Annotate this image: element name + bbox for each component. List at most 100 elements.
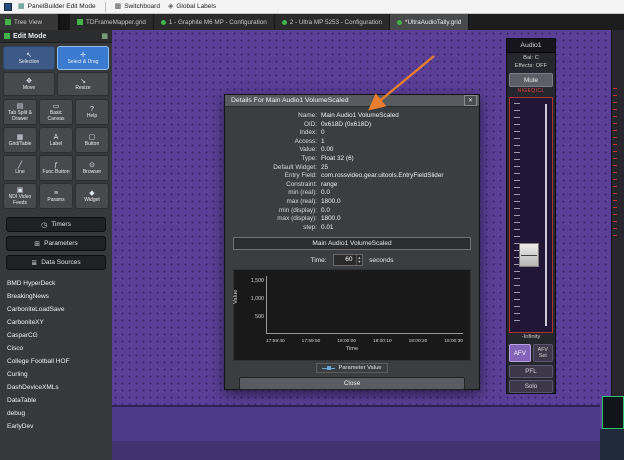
field-label: Entry Field: bbox=[284, 172, 317, 180]
tool-label: NDI Video Feeds bbox=[8, 193, 32, 206]
field-label: OID: bbox=[303, 120, 317, 128]
dialog-title-bar[interactable]: Details For Main Audio1 VolumeScaled ✕ bbox=[225, 95, 479, 107]
tool-button[interactable]: ≡ Params bbox=[39, 183, 73, 209]
field-row: Default Widget: 25 bbox=[233, 164, 471, 173]
tool-button[interactable]: ✛ Select & Drag bbox=[57, 46, 109, 70]
afv-row: AFV AFV Set bbox=[509, 344, 553, 362]
tool-button[interactable]: ▢ Button bbox=[75, 127, 109, 153]
time-value[interactable]: 60 bbox=[334, 255, 356, 265]
tree-item[interactable]: College Football HOF bbox=[7, 355, 112, 368]
tool-button[interactable]: ▣ NDI Video Feeds bbox=[3, 183, 37, 209]
field-row: max (display): 1800.0 bbox=[233, 215, 471, 224]
tool-button[interactable]: ▤ Tab Split & Drawer bbox=[3, 99, 37, 125]
time-units-label: seconds bbox=[369, 256, 394, 264]
section-button[interactable]: ⊞ Parameters bbox=[6, 236, 106, 251]
x-tick-label: 17:59:40 bbox=[266, 339, 285, 345]
afv-set-button[interactable]: AFV Set bbox=[532, 344, 553, 362]
menu-switchboard[interactable]: ▩ Switchboard bbox=[113, 3, 162, 11]
tree-item[interactable]: EarlyDev bbox=[7, 420, 112, 433]
tool-label: Label bbox=[49, 140, 63, 147]
canvas-band-upper[interactable] bbox=[112, 405, 600, 441]
tool-label: Selection bbox=[18, 58, 40, 65]
close-button[interactable]: Close bbox=[239, 377, 465, 391]
field-value: 1 bbox=[321, 137, 325, 145]
section-button[interactable]: ◷ Timers bbox=[6, 217, 106, 232]
device-tree: BMD HyperDeck BreakingNews CarboniteLoad… bbox=[0, 272, 112, 433]
canvas-navy-block[interactable] bbox=[600, 429, 624, 460]
tree-item[interactable]: Curling bbox=[7, 368, 112, 381]
tool-label: Help bbox=[86, 112, 98, 119]
fader-handle[interactable] bbox=[519, 243, 539, 268]
tool-button[interactable]: ⊙ Browser bbox=[75, 155, 109, 181]
audio-balance-label: Bal: C bbox=[523, 55, 539, 61]
tool-button[interactable]: ↘ Resize bbox=[57, 72, 109, 96]
tool-button[interactable]: ▦ Grid/Table bbox=[3, 127, 37, 153]
section-button[interactable]: ≣ Data Sources bbox=[6, 255, 106, 270]
tab-ultra-config[interactable]: 2 - Ultra MP 5253 - Configuration bbox=[274, 14, 391, 30]
tool-label: Params bbox=[47, 196, 65, 203]
sidebar-header[interactable]: Edit Mode ▦ bbox=[0, 30, 112, 43]
time-spinner[interactable]: 60 ▲ ▼ bbox=[332, 254, 364, 267]
status-dot-icon bbox=[397, 19, 403, 25]
field-row: Entry Field: com.rossvideo.gear.uitools.… bbox=[233, 172, 471, 181]
menu-global-labels[interactable]: ◈ Global Labels bbox=[166, 3, 218, 11]
solo-button[interactable]: Solo bbox=[509, 380, 553, 393]
tree-item[interactable]: Cisco bbox=[7, 342, 112, 355]
field-value: 0.0 bbox=[321, 206, 330, 214]
tool-button[interactable]: ? Help bbox=[75, 99, 109, 125]
tool-button[interactable]: A Label bbox=[39, 127, 73, 153]
tree-item[interactable]: CasparCG bbox=[7, 329, 112, 342]
field-label: Type: bbox=[301, 154, 317, 162]
pfl-button[interactable]: PFL bbox=[509, 365, 553, 378]
close-icon[interactable]: ✕ bbox=[464, 95, 477, 106]
tool-button[interactable]: ↖ Selection bbox=[3, 46, 55, 70]
parameter-fields: Name: Main Audio1 VolumeScaled OID: 0x61… bbox=[233, 112, 471, 232]
tree-item[interactable]: BreakingNews bbox=[7, 290, 112, 303]
field-label: Value: bbox=[299, 146, 317, 154]
spin-down-icon[interactable]: ▼ bbox=[358, 260, 362, 264]
tab-tdframemapper[interactable]: TDFrameMapper.grid bbox=[70, 14, 154, 30]
field-row: OID: 0x618D (0x618D) bbox=[233, 121, 471, 130]
legend-row: Parameter Value bbox=[233, 363, 471, 374]
tool-button[interactable]: ╱ Line bbox=[3, 155, 37, 181]
section-icon: ⊞ bbox=[34, 240, 41, 248]
afv-button[interactable]: AFV bbox=[509, 344, 531, 362]
mute-button[interactable]: Mute bbox=[509, 73, 553, 87]
tree-item[interactable]: CarboniteLoadSave bbox=[7, 303, 112, 316]
tool-label: Basic Canvas bbox=[47, 109, 65, 122]
parameter-name-header: Main Audio1 VolumeScaled bbox=[233, 237, 471, 251]
tree-item[interactable]: CarboniteXY bbox=[7, 316, 112, 329]
right-edge-panel[interactable] bbox=[611, 30, 624, 396]
menu-panelbuilder[interactable]: ▦ PanelBuilder Edit Mode bbox=[16, 3, 98, 11]
field-value: 25 bbox=[321, 163, 329, 171]
tool-label: Line bbox=[15, 168, 25, 175]
tree-item[interactable]: DataTable bbox=[7, 394, 112, 407]
field-row: min (display): 0.0 bbox=[233, 207, 471, 216]
tab-ultraaudiotally[interactable]: *UltraAudioTally.grid bbox=[390, 14, 470, 30]
grid-icon: ▦ bbox=[101, 33, 108, 40]
tool-button[interactable]: ƒ Func Button bbox=[39, 155, 73, 181]
legend-label: Parameter Value bbox=[338, 365, 382, 372]
status-dot-icon bbox=[160, 19, 166, 25]
tab-tree-view[interactable]: Tree View bbox=[0, 14, 60, 30]
volume-fader[interactable] bbox=[509, 97, 553, 333]
tool-button[interactable]: ◆ Widget bbox=[75, 183, 109, 209]
y-axis-label: Value bbox=[233, 289, 239, 305]
app-window: ▦ PanelBuilder Edit Mode ▩ Switchboard ◈… bbox=[0, 0, 624, 460]
y-tick-label: 500 bbox=[255, 314, 264, 321]
tool-button[interactable]: ▭ Basic Canvas bbox=[39, 99, 73, 125]
tree-item[interactable]: DashDeviceXMLs bbox=[7, 381, 112, 394]
tree-item[interactable]: BMD HyperDeck bbox=[7, 277, 112, 290]
field-value: 0.0 bbox=[321, 189, 330, 197]
tab-label: *UltraAudioTally.grid bbox=[405, 18, 462, 26]
tab-graphite-config[interactable]: 1 - Graphite M6 MP - Configuration bbox=[153, 14, 275, 30]
field-value: 0 bbox=[321, 129, 325, 137]
y-tick-label: 1,500 bbox=[250, 278, 264, 285]
canvas-band-lower[interactable] bbox=[112, 441, 600, 460]
tool-button[interactable]: ✥ Move bbox=[3, 72, 55, 96]
tree-item[interactable]: debug bbox=[7, 407, 112, 420]
audio-tally-label: NIGEQICL bbox=[517, 88, 545, 94]
section-label: Data Sources bbox=[41, 259, 81, 266]
canvas-green-panel[interactable] bbox=[602, 396, 624, 429]
panel-canvas[interactable]: Audio1 Bal: C Effects: OFF Mute NIGEQICL… bbox=[112, 30, 624, 460]
